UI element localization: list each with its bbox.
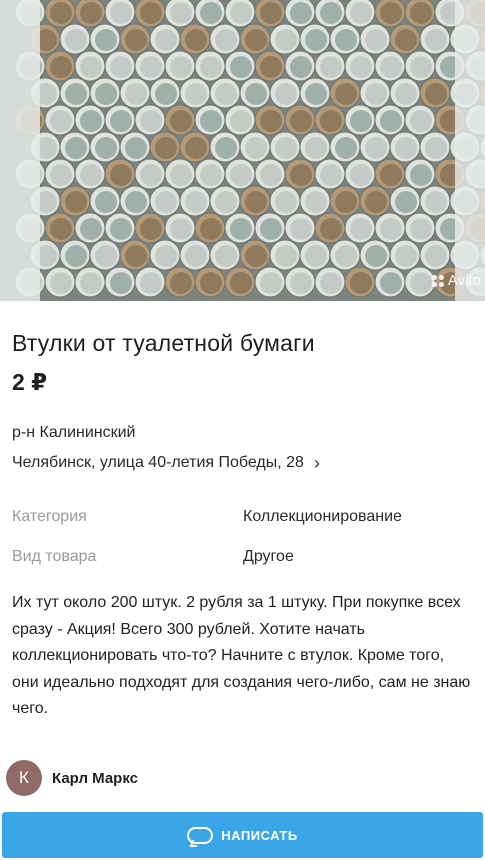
param-label-type: Вид товара [12, 548, 97, 565]
listing-price: 2 ₽ [12, 369, 48, 395]
avito-watermark: Avito [431, 272, 481, 289]
watermark-text: Avito [447, 272, 481, 289]
param-value-type: Другое [243, 548, 294, 565]
listing-address-link[interactable]: Челябинск, улица 40-летия Победы, 28 › [12, 454, 320, 472]
chat-bubble-icon [187, 826, 214, 844]
address-text: Челябинск, улица 40-летия Победы, 28 [12, 454, 304, 471]
seller-name: Карл Маркс [52, 769, 139, 787]
listing-description: Их тут около 200 штук. 2 рубля за 1 штук… [12, 594, 471, 717]
avito-logo-icon [431, 274, 444, 287]
param-label-category: Категория [12, 508, 87, 525]
param-value-category: Коллекционирование [243, 508, 402, 525]
photo-toilet-paper-rolls [0, 0, 485, 301]
write-button-label: НАПИСАТЬ [221, 827, 298, 843]
write-message-button[interactable]: НАПИСАТЬ [2, 812, 483, 858]
listing-district: р-н Калининский [12, 424, 136, 441]
listing-title: Втулки от туалетной бумаги [12, 330, 315, 356]
avatar: К [6, 760, 42, 796]
seller-block[interactable]: К Карл Маркс [6, 760, 138, 796]
listing-photo[interactable]: Avito [0, 0, 485, 301]
chevron-right-icon: › [313, 453, 320, 473]
